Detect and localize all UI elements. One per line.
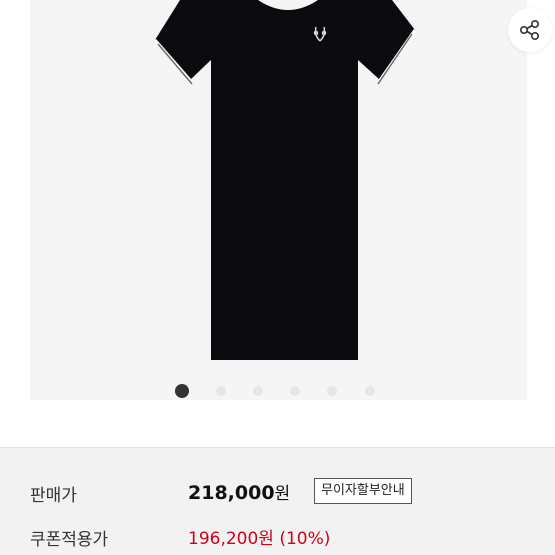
coupon-price: 196,200원 (10%) [188, 529, 331, 549]
carousel-dot[interactable] [327, 386, 337, 396]
sale-price-label: 판매가 [30, 486, 77, 506]
carousel-dot[interactable] [290, 386, 300, 396]
installment-info-button[interactable]: 무이자할부안내 [314, 478, 412, 504]
share-icon [519, 19, 540, 41]
sale-price-value: 218,000 [188, 482, 275, 504]
share-button[interactable] [508, 8, 552, 52]
sale-price-unit: 원 [274, 484, 291, 504]
sale-price: 218,000원 [188, 479, 290, 504]
carousel-dot[interactable] [253, 386, 263, 396]
carousel-dot[interactable] [216, 386, 226, 396]
coupon-price-label: 쿠폰적용가 [30, 530, 109, 550]
black-polo-dress-image [153, 0, 417, 360]
product-image-area [30, 0, 552, 400]
carousel-dot[interactable] [365, 386, 375, 396]
carousel-dot-active[interactable] [175, 384, 189, 398]
